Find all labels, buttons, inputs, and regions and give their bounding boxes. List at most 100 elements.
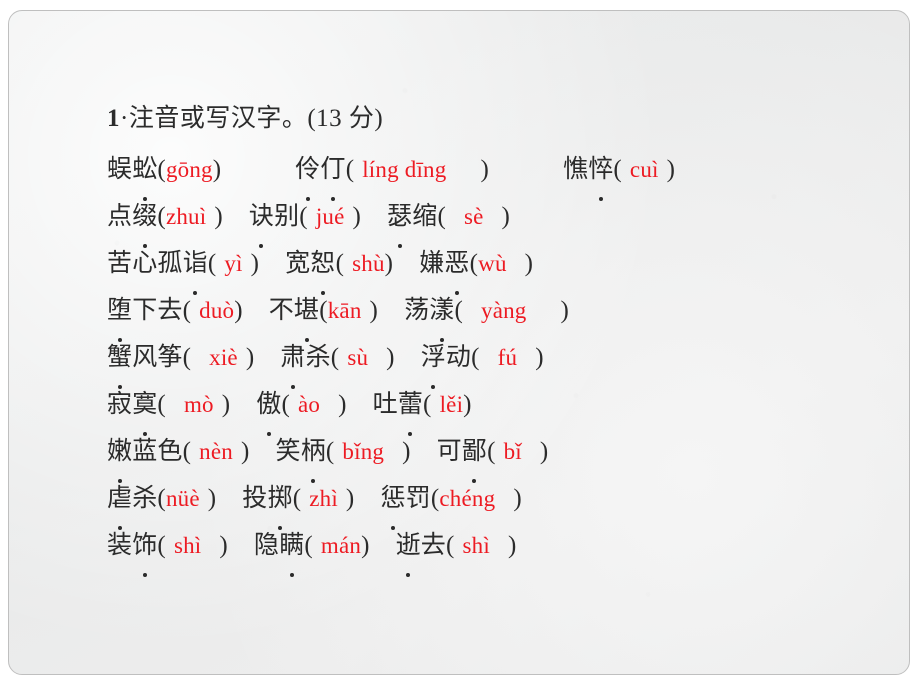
paren-open: (: [157, 391, 166, 418]
paren-close: ): [369, 297, 379, 324]
paren-open: (: [345, 156, 355, 183]
vocab-char: 隐: [253, 532, 280, 559]
question-title: 1·注音或写汉字。(13 分): [107, 101, 847, 137]
paren-close: ): [480, 156, 489, 183]
paren-close: ): [507, 532, 517, 559]
question-title-text: 注音或写汉字。: [128, 105, 308, 132]
paren-close: ): [384, 250, 394, 277]
vocab-word: 寂寞: [107, 391, 157, 436]
pinyin-answer: fú: [497, 345, 518, 370]
vocab-char: 筝: [157, 344, 183, 371]
vocab-char: 寂: [107, 391, 133, 418]
vocab-word: 不堪: [268, 297, 319, 342]
paren-open: (: [325, 438, 335, 465]
pinyin-answer: nüè: [165, 486, 200, 511]
vocab-item: 嫩蓝色(nèn): [107, 428, 250, 483]
vocab-word: 蜈蚣: [107, 156, 157, 201]
vocab-word: 肃杀: [280, 344, 331, 389]
pinyin-answer: shì: [173, 533, 202, 558]
emphasis-dot-char: 漾: [429, 287, 454, 342]
emphasis-dot-char: 惩: [380, 475, 405, 530]
vocab-char: 杀: [305, 344, 331, 371]
emphasis-dot-char: 寞: [132, 381, 157, 436]
pinyin-answer: bǐng: [342, 439, 385, 464]
vocab-word: 逝去: [396, 532, 446, 577]
vocab-item: 可鄙(bǐ): [437, 428, 549, 483]
exercise-line: 虐杀(nüè) 投掷(zhì) 惩罚(chéng): [107, 475, 847, 530]
emphasis-dot-char: 恶: [444, 240, 469, 295]
pinyin-answer: lěi: [439, 392, 464, 417]
paren-open: (: [423, 391, 432, 418]
emphasis-dot-char: 肃: [280, 334, 305, 389]
emphasis-dot-char: 瑟: [387, 193, 412, 248]
pinyin-answer: chéng: [439, 486, 496, 511]
vocab-word: 可鄙: [437, 438, 487, 483]
vocab-item: 装饰(shì): [107, 522, 228, 577]
vocab-word: 隐瞒: [253, 532, 304, 577]
paren-close: ): [245, 344, 255, 371]
vocab-word: 点缀: [107, 203, 157, 248]
paren-open: (: [469, 250, 479, 277]
paren-close: ): [221, 391, 231, 418]
vocab-item: 瑟缩( sè): [387, 193, 511, 248]
vocab-char: 笑: [275, 438, 301, 465]
pinyin-answer: mò: [183, 392, 214, 417]
vocab-item: 点缀(zhuì): [107, 193, 223, 248]
emphasis-dot-char: 逝: [396, 522, 421, 577]
paren-close: ): [240, 438, 250, 465]
paren-close: ): [207, 485, 217, 512]
vocab-char: 苦: [107, 250, 133, 277]
slide-canvas: 1·注音或写汉字。(13 分) 蜈蚣(gōng) 伶仃(líng dīng) 憔悴(…: [8, 10, 910, 675]
paren-open: (: [319, 297, 328, 324]
vocab-item: 伶仃(líng dīng): [295, 146, 489, 201]
vocab-char: 别: [274, 203, 300, 230]
paren-close: ): [560, 297, 570, 324]
emphasis-dot-char: 蚣: [132, 146, 157, 201]
vocab-char: 罚: [405, 485, 431, 512]
paren-close: ): [212, 156, 222, 183]
paren-open: (: [304, 532, 313, 559]
vocab-word: 笑柄: [275, 438, 326, 483]
vocab-char: 吐: [372, 391, 398, 418]
pinyin-answer: wù: [478, 251, 507, 276]
emphasis-dot-char: 悴: [588, 146, 613, 201]
vocab-word: 荡漾: [404, 297, 454, 342]
vocab-char: 缩: [412, 203, 438, 230]
vocab-char: 心: [132, 250, 158, 277]
pinyin-answer: zhuì: [165, 204, 207, 229]
pinyin-answer: nèn: [199, 439, 233, 464]
paren-close: ): [345, 485, 355, 512]
paren-open: (: [437, 203, 446, 230]
vocab-word: 诀别: [249, 203, 300, 248]
vocab-char: 色: [157, 438, 183, 465]
pinyin-answer: ào: [298, 392, 321, 417]
paren-close: ): [501, 203, 511, 230]
exercise-line: 蜈蚣(gōng) 伶仃(líng dīng) 憔悴(cuì): [107, 146, 847, 201]
paren-close: ): [666, 156, 676, 183]
vocab-char: 不: [268, 297, 294, 324]
paren-open: (: [330, 344, 340, 371]
paren-close: ): [234, 297, 243, 324]
paren-close: ): [352, 203, 362, 230]
vocab-item: 投掷(zhì): [242, 475, 355, 530]
pinyin-answer: sè: [463, 204, 484, 229]
vocab-char: 下: [132, 297, 158, 324]
pinyin-answer: cuì: [629, 157, 659, 182]
vocab-word: 瑟缩: [387, 203, 438, 248]
paren-close: ): [463, 391, 472, 418]
question-score: (13 分): [307, 105, 384, 132]
paren-close: ): [361, 532, 370, 559]
exercise-lines: 蜈蚣(gōng) 伶仃(líng dīng) 憔悴(cuì) 点缀(zhuì) 诀别(j…: [107, 146, 847, 577]
emphasis-dot-char: 傲: [256, 381, 281, 436]
emphasis-dot-char: 柄: [301, 428, 326, 483]
paren-open: (: [281, 391, 290, 418]
pinyin-answer: bǐ: [503, 439, 522, 464]
exercise-line: 装饰(shì) 隐瞒(mán) 逝去(shì): [107, 522, 847, 577]
vocab-item: 浮动(fú): [421, 334, 544, 389]
emphasis-dot-char: 蟹: [107, 334, 132, 389]
vocab-char: 点: [107, 203, 133, 230]
exercise-content: 1·注音或写汉字。(13 分) 蜈蚣(gōng) 伶仃(líng dīng) 憔悴(…: [107, 101, 847, 577]
paren-close: ): [250, 250, 260, 277]
paren-open: (: [335, 250, 345, 277]
vocab-word: 堕下去: [107, 297, 183, 342]
